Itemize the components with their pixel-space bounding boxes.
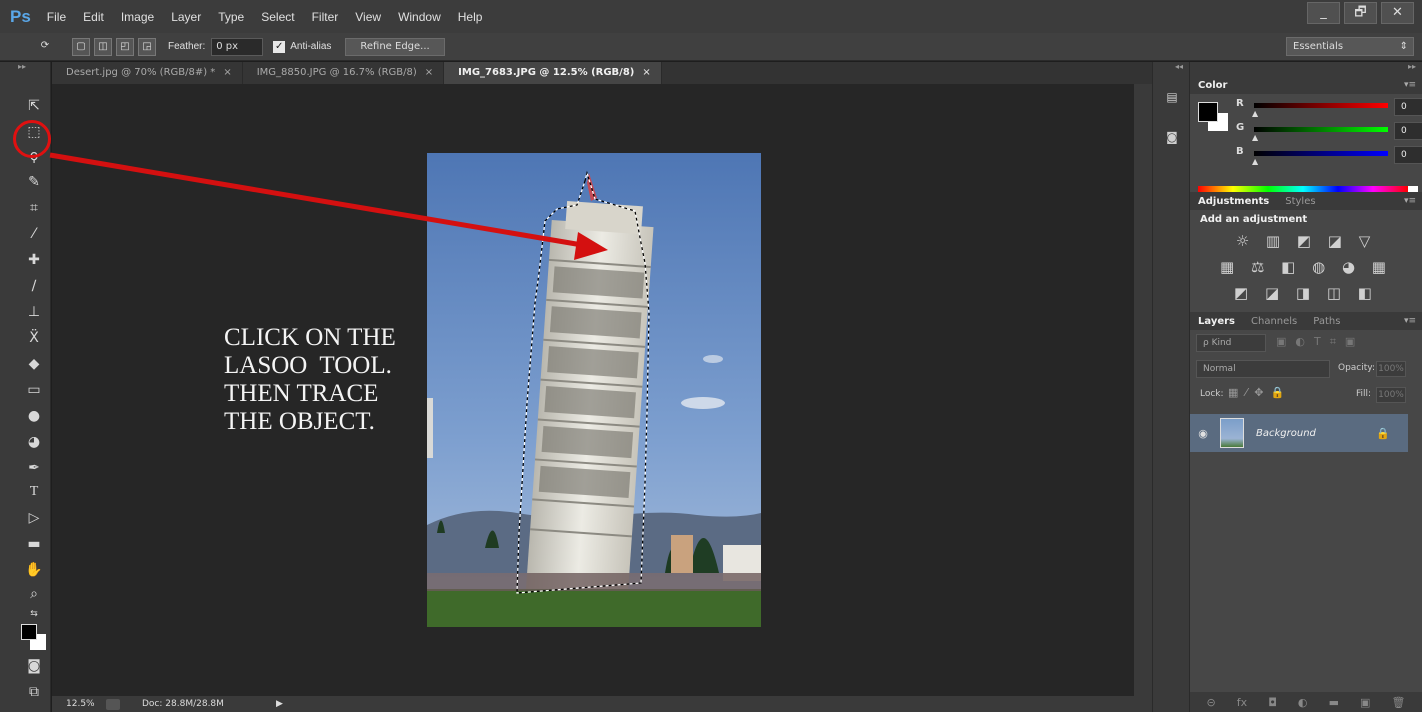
green-value[interactable]: 0 bbox=[1394, 122, 1422, 140]
blend-mode-select[interactable]: Normal bbox=[1196, 360, 1330, 378]
red-track[interactable] bbox=[1254, 103, 1388, 108]
panel-menu-icon[interactable]: ▾≡ bbox=[1404, 316, 1416, 326]
blue-slider[interactable]: B ▲ 0 bbox=[1236, 146, 1422, 166]
green-label: G bbox=[1236, 122, 1245, 133]
adjustments-panel-tabs: Adjustments Styles ▾≡ bbox=[1190, 192, 1422, 210]
color-panel-tabs: Color ▾≡ bbox=[1190, 76, 1422, 94]
adjustment-layer-icon[interactable]: ◐ bbox=[1298, 696, 1308, 709]
opacity-label: Opacity: bbox=[1338, 363, 1375, 373]
history-panel-icon[interactable]: ▤ bbox=[1163, 90, 1181, 106]
collapse-icon[interactable]: ◂◂ bbox=[1153, 62, 1189, 74]
zoom-level[interactable]: 12.5% bbox=[66, 699, 106, 709]
right-panels: ▸▸ Color ▾≡ R ▲ 0 G ▲ 0 B ▲ 0 Adjustment… bbox=[1190, 62, 1422, 712]
layers-panel-tabs: Layers Channels Paths ▾≡ bbox=[1190, 312, 1422, 330]
properties-panel-icon[interactable]: ◙ bbox=[1163, 130, 1181, 146]
red-label: R bbox=[1236, 98, 1244, 109]
foreground-color-swatch[interactable] bbox=[21, 624, 37, 640]
color-panel: Color ▾≡ R ▲ 0 G ▲ 0 B ▲ 0 bbox=[1190, 76, 1422, 200]
status-menu-arrow-icon[interactable]: ▶ bbox=[276, 699, 283, 709]
layer-name[interactable]: Background bbox=[1256, 428, 1376, 439]
slider-thumb-icon[interactable]: ▲ bbox=[1252, 157, 1258, 166]
lock-icons[interactable]: ▦⁄✥🔒 bbox=[1228, 386, 1291, 399]
link-icon[interactable]: ⊝ bbox=[1207, 696, 1216, 709]
green-track[interactable] bbox=[1254, 127, 1388, 132]
foreground-color-swatch[interactable] bbox=[1198, 102, 1218, 122]
opacity-input[interactable]: 100% bbox=[1376, 361, 1406, 377]
adjustment-icons-row-3[interactable]: ◩ ◪ ◨ ◫ ◧ bbox=[1190, 284, 1422, 302]
status-info-icon[interactable] bbox=[106, 698, 120, 710]
fill-input[interactable]: 100% bbox=[1376, 387, 1406, 403]
status-bar: 12.5% Doc: 28.8M/28.8M ▶ bbox=[52, 696, 1152, 712]
tab-styles[interactable]: Styles bbox=[1277, 196, 1323, 207]
adjustment-icons-row-1[interactable]: ☼ ▥ ◩ ◪ ▽ bbox=[1190, 232, 1422, 250]
panel-menu-icon[interactable]: ▾≡ bbox=[1404, 196, 1416, 206]
red-slider[interactable]: R ▲ 0 bbox=[1236, 98, 1422, 118]
adjustment-icons-row-2[interactable]: ▦ ⚖ ◧ ◍ ◕ ▦ bbox=[1190, 258, 1422, 276]
tab-adjustments[interactable]: Adjustments bbox=[1190, 196, 1277, 207]
panel-menu-icon[interactable]: ▾≡ bbox=[1404, 80, 1416, 90]
layer-thumbnail bbox=[1220, 418, 1244, 448]
red-value[interactable]: 0 bbox=[1394, 98, 1422, 116]
tab-layers[interactable]: Layers bbox=[1190, 316, 1243, 327]
adjustments-title: Add an adjustment bbox=[1200, 214, 1308, 225]
document-size: Doc: 28.8M/28.8M bbox=[142, 699, 224, 709]
layer-row[interactable]: ◉ Background 🔒 bbox=[1190, 414, 1408, 452]
adjustments-panel: Adjustments Styles ▾≡ Add an adjustment … bbox=[1190, 192, 1422, 310]
tab-color[interactable]: Color bbox=[1190, 80, 1235, 91]
lock-label: Lock: bbox=[1200, 389, 1224, 399]
trash-icon[interactable]: 🗑 bbox=[1391, 696, 1405, 709]
blue-label: B bbox=[1236, 146, 1244, 157]
panel-dock: ◂◂ ▤ ◙ bbox=[1152, 62, 1190, 712]
layer-kind-filter[interactable]: ρ Kind bbox=[1196, 334, 1266, 352]
eye-icon[interactable]: ◉ bbox=[1190, 427, 1216, 440]
fill-label: Fill: bbox=[1356, 389, 1372, 399]
slider-thumb-icon[interactable]: ▲ bbox=[1252, 133, 1258, 142]
blue-track[interactable] bbox=[1254, 151, 1388, 156]
group-icon[interactable]: ▬ bbox=[1329, 696, 1339, 709]
expand-icon[interactable]: ▸▸ bbox=[1190, 62, 1422, 76]
slider-thumb-icon[interactable]: ▲ bbox=[1252, 109, 1258, 118]
canvas-scrollbar[interactable] bbox=[1134, 84, 1152, 696]
layer-filter-icons[interactable]: ▣◐T⌗▣ bbox=[1276, 335, 1364, 349]
tab-channels[interactable]: Channels bbox=[1243, 316, 1305, 327]
layers-footer: ⊝ fx ◘ ◐ ▬ ▣ 🗑 bbox=[1190, 692, 1422, 712]
new-layer-icon[interactable]: ▣ bbox=[1360, 696, 1370, 709]
green-slider[interactable]: G ▲ 0 bbox=[1236, 122, 1422, 142]
fx-icon[interactable]: fx bbox=[1237, 696, 1247, 709]
blue-value[interactable]: 0 bbox=[1394, 146, 1422, 164]
lock-icon[interactable]: 🔒 bbox=[1376, 427, 1390, 440]
layers-panel: Layers Channels Paths ▾≡ ρ Kind ▣◐T⌗▣ No… bbox=[1190, 312, 1422, 712]
tab-paths[interactable]: Paths bbox=[1305, 316, 1348, 327]
mask-icon[interactable]: ◘ bbox=[1268, 696, 1277, 709]
